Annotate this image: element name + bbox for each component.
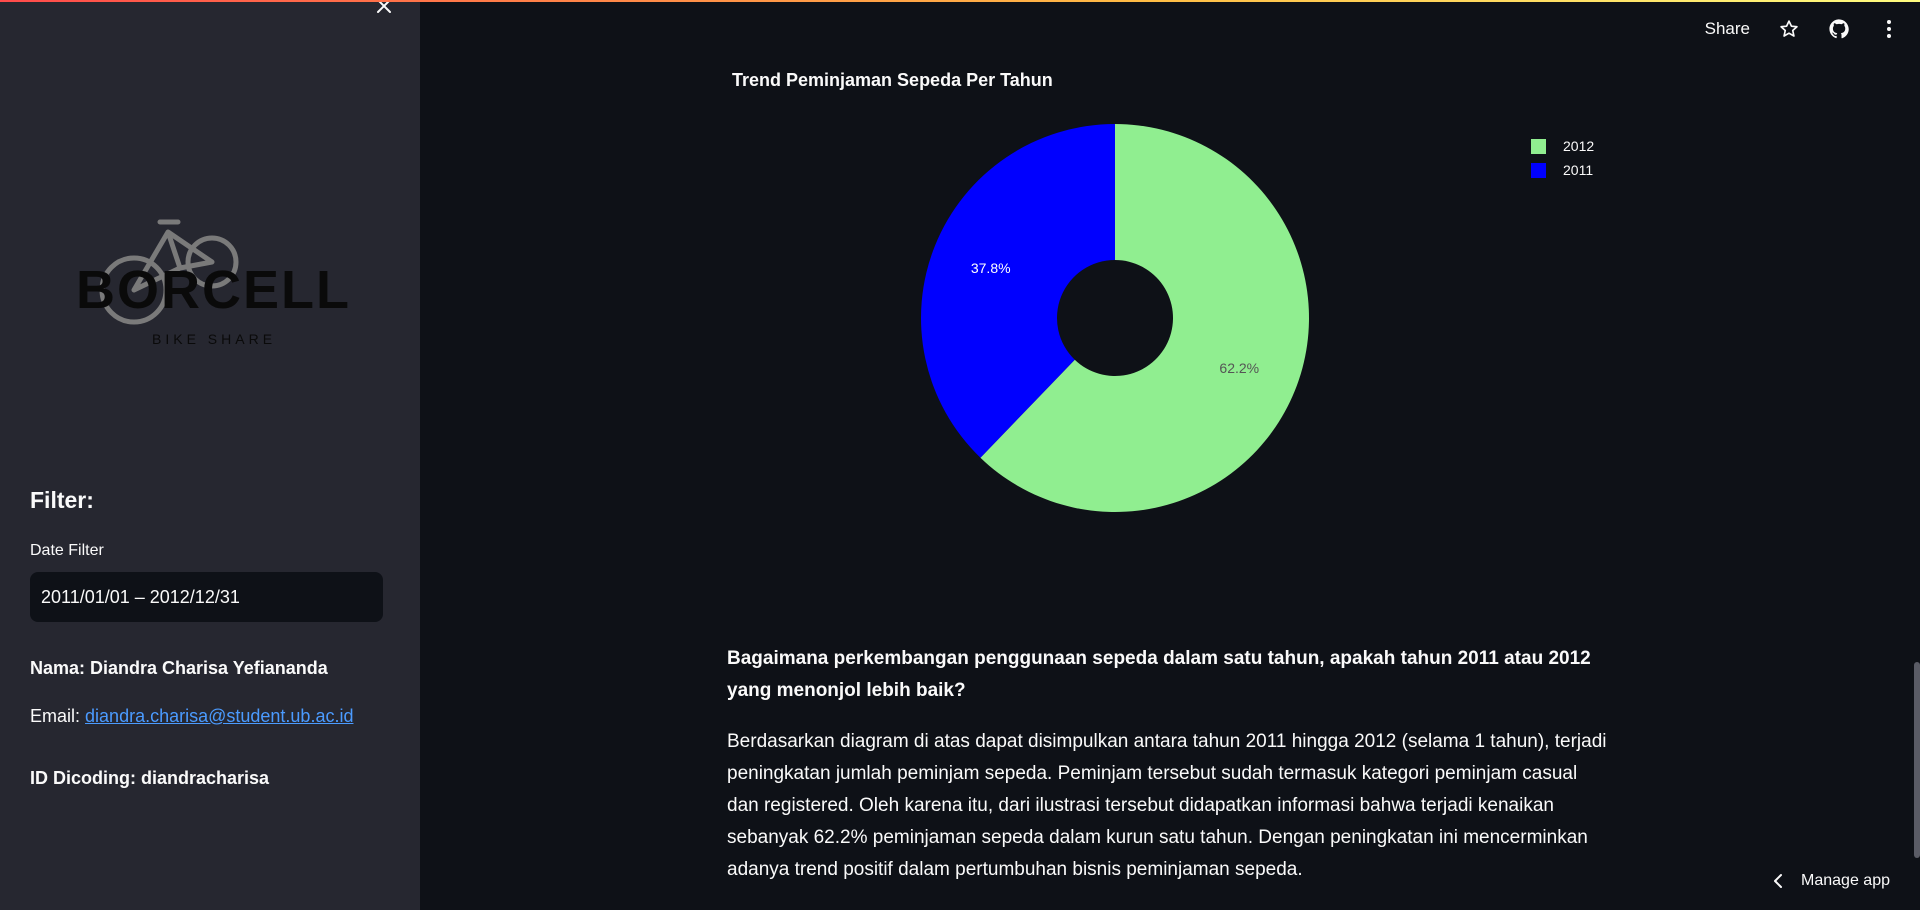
- more-menu-button[interactable]: [1878, 18, 1900, 40]
- github-icon: [1829, 19, 1849, 39]
- author-name: Nama: Diandra Charisa Yefiananda: [30, 658, 328, 678]
- email-link[interactable]: diandra.charisa@student.ub.ac.id: [85, 706, 353, 726]
- pie-label-2011: 37.8%: [971, 260, 1011, 276]
- legend-swatch-1: [1531, 162, 1546, 178]
- analysis-question: Bagaimana perkembangan penggunaan sepeda…: [727, 648, 1591, 701]
- top-decoration-line: [0, 0, 1920, 2]
- date-filter-label: Date Filter: [30, 542, 104, 559]
- manage-app-button[interactable]: Manage app: [1773, 872, 1890, 890]
- filter-heading: Filter:: [30, 487, 94, 513]
- logo-tagline-text: BIKE SHARE: [152, 331, 276, 347]
- pie-chart: 62.2% 37.8%: [921, 124, 1309, 512]
- logo-brand-text: BORCELLE: [76, 260, 352, 320]
- close-sidebar-button[interactable]: [372, 0, 396, 16]
- legend-item-0[interactable]: 2012: [1531, 134, 1594, 158]
- header-toolbar: Share: [1705, 14, 1900, 44]
- github-button[interactable]: [1828, 18, 1850, 40]
- close-icon: [377, 0, 391, 13]
- brand-logo: BORCELLE BIKE SHARE: [72, 210, 387, 350]
- legend-item-1[interactable]: 2011: [1531, 158, 1594, 182]
- legend-label-1: 2011: [1563, 162, 1594, 178]
- legend-swatch-0: [1531, 138, 1546, 154]
- chart-legend: 2012 2011: [1531, 134, 1594, 182]
- sidebar: BORCELLE BIKE SHARE Filter: Date Filter …: [0, 0, 420, 910]
- manage-app-label: Manage app: [1801, 872, 1890, 889]
- legend-label-0: 2012: [1563, 138, 1595, 154]
- email-label: Email:: [30, 706, 81, 726]
- date-filter-input[interactable]: 2011/01/01 – 2012/12/31: [30, 572, 383, 622]
- more-vertical-icon: [1887, 20, 1891, 38]
- star-icon: [1780, 20, 1798, 37]
- author-email-line: Email: diandra.charisa@student.ub.ac.id: [30, 706, 353, 727]
- dicoding-id: ID Dicoding: diandracharisa: [30, 768, 270, 788]
- page-scrollbar[interactable]: [1914, 662, 1920, 858]
- chart-title: Trend Peminjaman Sepeda Per Tahun: [732, 70, 1053, 90]
- analysis-answer: Berdasarkan diagram di atas dapat disimp…: [727, 731, 1607, 880]
- star-button[interactable]: [1778, 18, 1800, 40]
- share-button[interactable]: Share: [1705, 19, 1750, 39]
- chevron-left-icon: [1774, 874, 1783, 888]
- pie-label-2012: 62.2%: [1219, 360, 1259, 376]
